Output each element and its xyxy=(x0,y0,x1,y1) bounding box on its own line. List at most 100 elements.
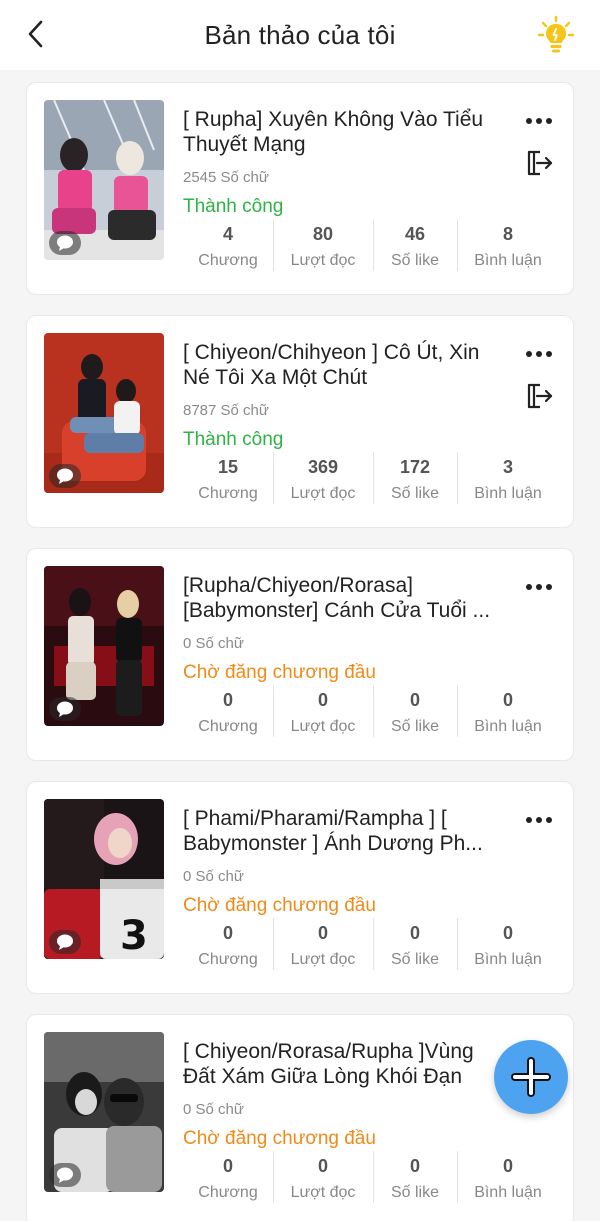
more-dots-icon xyxy=(526,351,552,357)
stat-value: 15 xyxy=(217,457,239,477)
stat-chapters: 0 Chương xyxy=(183,685,273,741)
word-count: 8787 Số chữ xyxy=(183,402,269,419)
more-dots-icon xyxy=(526,817,552,823)
lightbulb-icon xyxy=(537,15,575,53)
comment-bubble-icon xyxy=(49,697,81,721)
stat-label: Bình luận xyxy=(474,951,542,968)
draft-title[interactable]: [ Chiyeon/Rorasa/Rupha ]Vùng Đất Xám Giữ… xyxy=(183,1039,493,1089)
stats-row: 0 Chương 0 Lượt đọc 0 Số like 0 Bình luậ… xyxy=(183,685,559,741)
stat-likes: 0 Số like xyxy=(373,918,457,974)
svg-text:3: 3 xyxy=(120,913,148,959)
export-button[interactable] xyxy=(523,380,555,412)
stat-label: Số like xyxy=(390,951,440,968)
cover-image xyxy=(44,100,164,260)
export-icon xyxy=(527,150,553,176)
comment-bubble-icon xyxy=(49,464,81,488)
stat-value: 3 xyxy=(502,457,513,477)
stat-value: 80 xyxy=(312,224,334,244)
draft-title[interactable]: [ Chiyeon/Chihyeon ] Cô Út, Xin Né Tôi X… xyxy=(183,340,493,390)
comment-bubble-icon xyxy=(49,1163,81,1187)
draft-title[interactable]: [Rupha/Chiyeon/Rorasa] [Babymonster] Cán… xyxy=(183,573,493,623)
cover-image xyxy=(44,566,164,726)
cover-image xyxy=(44,333,164,493)
draft-card[interactable]: [Rupha/Chiyeon/Rorasa] [Babymonster] Cán… xyxy=(26,548,574,761)
stat-value: 0 xyxy=(317,690,328,710)
stat-value: 0 xyxy=(409,690,420,710)
stat-value: 369 xyxy=(307,457,339,477)
stat-likes: 46 Số like xyxy=(373,219,457,275)
stats-row: 15 Chương 369 Lượt đọc 172 Số like 3 Bìn… xyxy=(183,452,559,508)
cover-image xyxy=(44,1032,164,1192)
stat-label: Bình luận xyxy=(474,1184,542,1201)
stat-label: Số like xyxy=(390,1184,440,1201)
stat-chapters: 15 Chương xyxy=(183,452,273,508)
draft-list: [ Rupha] Xuyên Không Vào Tiểu Thuyết Mạn… xyxy=(26,82,574,1221)
more-dots-icon xyxy=(526,584,552,590)
more-dots-icon xyxy=(526,118,552,124)
draft-card[interactable]: [ Chiyeon/Chihyeon ] Cô Út, Xin Né Tôi X… xyxy=(26,315,574,528)
draft-title[interactable]: [ Phami/Pharami/Rampha ] [ Babymonster ]… xyxy=(183,806,493,856)
stat-value: 0 xyxy=(317,1156,328,1176)
draft-card[interactable]: [ Chiyeon/Rorasa/Rupha ]Vùng Đất Xám Giữ… xyxy=(26,1014,574,1221)
stats-row: 0 Chương 0 Lượt đọc 0 Số like 0 Bình luậ… xyxy=(183,918,559,974)
stat-chapters: 0 Chương xyxy=(183,1151,273,1207)
stat-value: 0 xyxy=(409,1156,420,1176)
export-button[interactable] xyxy=(523,147,555,179)
stat-label: Bình luận xyxy=(474,485,542,502)
top-bar: Bản thảo của tôi xyxy=(0,0,600,70)
cover-image: 3 xyxy=(44,799,164,959)
stat-reads: 0 Lượt đọc xyxy=(273,1151,373,1207)
chevron-left-icon xyxy=(28,20,43,48)
stat-value: 0 xyxy=(317,923,328,943)
stat-reads: 0 Lượt đọc xyxy=(273,918,373,974)
word-count: 0 Số chữ xyxy=(183,1101,244,1118)
draft-title[interactable]: [ Rupha] Xuyên Không Vào Tiểu Thuyết Mạn… xyxy=(183,107,493,157)
add-draft-button[interactable] xyxy=(494,1040,568,1114)
stat-comments: 0 Bình luận xyxy=(457,918,559,974)
stat-reads: 80 Lượt đọc xyxy=(273,219,373,275)
stat-label: Lượt đọc xyxy=(290,252,356,269)
stat-comments: 8 Bình luận xyxy=(457,219,559,275)
stat-label: Chương xyxy=(198,252,258,269)
stat-chapters: 0 Chương xyxy=(183,918,273,974)
stat-value: 0 xyxy=(222,1156,233,1176)
draft-card[interactable]: [ Rupha] Xuyên Không Vào Tiểu Thuyết Mạn… xyxy=(26,82,574,295)
stat-value: 172 xyxy=(399,457,431,477)
stat-value: 0 xyxy=(409,923,420,943)
status-label: Thành công xyxy=(183,196,284,217)
draft-card[interactable]: 3 [ Phami/Pharami/Rampha ] [ Babymonster… xyxy=(26,781,574,994)
stat-label: Số like xyxy=(390,718,440,735)
tips-button[interactable] xyxy=(536,14,576,56)
back-button[interactable] xyxy=(18,16,54,52)
more-options-button[interactable] xyxy=(523,577,555,597)
comment-bubble-icon xyxy=(49,930,81,954)
more-options-button[interactable] xyxy=(523,111,555,131)
stat-value: 0 xyxy=(502,923,513,943)
stat-label: Lượt đọc xyxy=(290,485,356,502)
stat-label: Lượt đọc xyxy=(290,951,356,968)
stats-row: 4 Chương 80 Lượt đọc 46 Số like 8 Bình l… xyxy=(183,219,559,275)
stat-label: Chương xyxy=(198,951,258,968)
stat-value: 0 xyxy=(502,690,513,710)
stat-label: Chương xyxy=(198,485,258,502)
more-options-button[interactable] xyxy=(523,810,555,830)
more-options-button[interactable] xyxy=(523,344,555,364)
status-label: Thành công xyxy=(183,429,284,450)
word-count: 2545 Số chữ xyxy=(183,169,269,186)
stat-reads: 0 Lượt đọc xyxy=(273,685,373,741)
stat-value: 4 xyxy=(222,224,233,244)
word-count: 0 Số chữ xyxy=(183,868,244,885)
word-count: 0 Số chữ xyxy=(183,635,244,652)
stat-value: 0 xyxy=(502,1156,513,1176)
export-icon xyxy=(527,383,553,409)
plus-icon xyxy=(511,1057,551,1097)
status-label: Chờ đăng chương đầu xyxy=(183,662,376,683)
stat-label: Lượt đọc xyxy=(290,1184,356,1201)
stat-chapters: 4 Chương xyxy=(183,219,273,275)
status-label: Chờ đăng chương đầu xyxy=(183,895,376,916)
status-label: Chờ đăng chương đầu xyxy=(183,1128,376,1149)
stat-value: 0 xyxy=(222,690,233,710)
comment-bubble-icon xyxy=(49,231,81,255)
stat-label: Chương xyxy=(198,1184,258,1201)
stat-reads: 369 Lượt đọc xyxy=(273,452,373,508)
